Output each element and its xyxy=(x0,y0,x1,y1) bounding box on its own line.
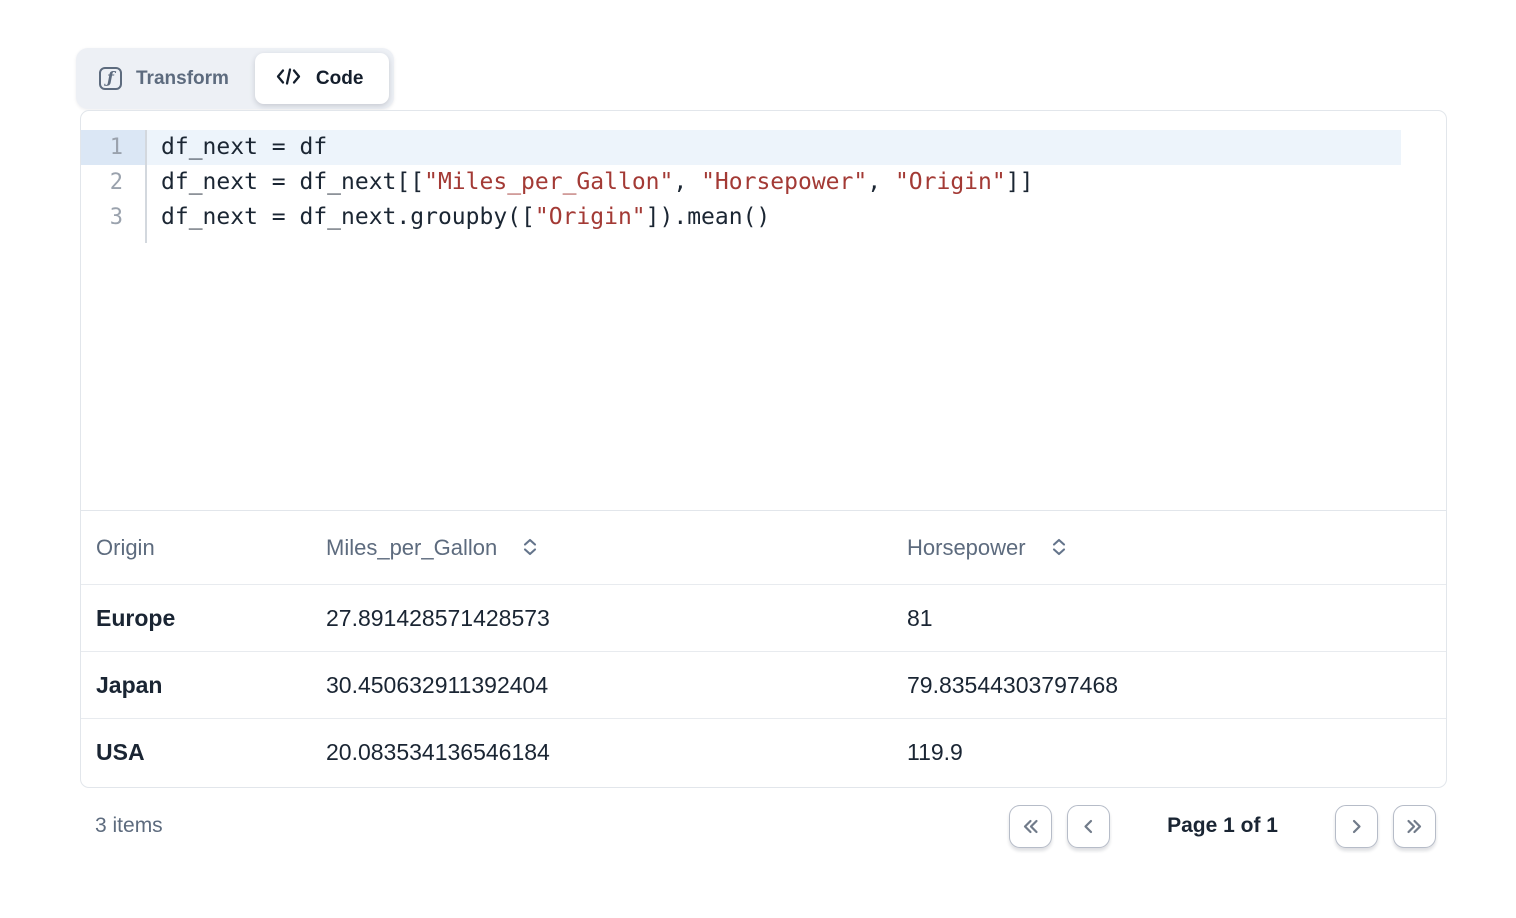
table-row: USA20.083534136546184119.9 xyxy=(81,719,1446,786)
data-cell: 81 xyxy=(892,585,1446,652)
chevron-left-icon xyxy=(1077,815,1100,838)
function-icon: ƒ xyxy=(99,67,122,90)
code-token: ]).mean() xyxy=(646,204,771,230)
table-header-row: Origin Miles_per_Gallon Horsepower xyxy=(81,511,1446,585)
prev-page-button[interactable] xyxy=(1067,805,1110,848)
string-token: "Horsepower" xyxy=(701,169,867,195)
column-header-label: Origin xyxy=(96,535,155,560)
string-token: "Origin" xyxy=(895,169,1006,195)
pagination: Page 1 of 1 xyxy=(1009,805,1436,848)
code-panel: 123 df_next = df df_next = df_next[["Mile… xyxy=(80,110,1447,788)
double-chevron-left-icon xyxy=(1019,815,1042,838)
editor-gutter: 123 xyxy=(81,130,147,243)
sort-icon[interactable] xyxy=(521,537,539,557)
data-cell: 79.83544303797468 xyxy=(892,652,1446,719)
code-token: df_next = df xyxy=(161,134,327,160)
line-number: 3 xyxy=(81,200,145,235)
first-page-button[interactable] xyxy=(1009,805,1052,848)
result-table: Origin Miles_per_Gallon Horsepower Europe2… xyxy=(81,510,1446,786)
code-editor[interactable]: 123 df_next = df df_next = df_next[["Mile… xyxy=(81,111,1446,510)
row-header-cell: Europe xyxy=(81,585,311,652)
line-number: 1 xyxy=(81,130,145,165)
column-header[interactable]: Horsepower xyxy=(892,511,1446,585)
column-header-label: Horsepower xyxy=(907,535,1026,560)
view-switcher: ƒ Transform Code xyxy=(76,48,394,109)
tab-code-label: Code xyxy=(316,69,364,88)
chevron-right-icon xyxy=(1345,815,1368,838)
tab-code[interactable]: Code xyxy=(255,53,390,104)
column-header[interactable]: Miles_per_Gallon xyxy=(311,511,892,585)
column-header-label: Miles_per_Gallon xyxy=(326,535,497,560)
next-page-button[interactable] xyxy=(1335,805,1378,848)
items-count: 3 items xyxy=(95,814,163,838)
tab-transform-label: Transform xyxy=(136,69,229,88)
editor-code: df_next = df df_next = df_next[["Miles_pe… xyxy=(147,130,1446,235)
code-token: , xyxy=(867,169,895,195)
row-header-cell: Japan xyxy=(81,652,311,719)
code-token: df_next = df_next[[ xyxy=(161,169,424,195)
code-token: , xyxy=(673,169,701,195)
code-token: df_next = df_next.groupby([ xyxy=(161,204,535,230)
code-token: ]] xyxy=(1006,169,1034,195)
table-row: Europe27.89142857142857381 xyxy=(81,585,1446,652)
last-page-button[interactable] xyxy=(1393,805,1436,848)
table-footer: 3 items Page 1 of 1 xyxy=(80,797,1447,855)
code-icon xyxy=(275,65,302,92)
code-line[interactable]: df_next = df_next[["Miles_per_Gallon", "… xyxy=(147,165,1401,200)
line-number: 2 xyxy=(81,165,145,200)
string-token: "Origin" xyxy=(535,204,646,230)
data-cell: 119.9 xyxy=(892,719,1446,786)
data-cell: 20.083534136546184 xyxy=(311,719,892,786)
tab-transform[interactable]: ƒ Transform xyxy=(81,55,255,102)
data-cell: 27.891428571428573 xyxy=(311,585,892,652)
sort-icon[interactable] xyxy=(1050,537,1068,557)
table-row: Japan30.45063291139240479.83544303797468 xyxy=(81,652,1446,719)
code-line[interactable]: df_next = df_next.groupby(["Origin"]).me… xyxy=(147,200,1401,235)
code-line[interactable]: df_next = df xyxy=(147,130,1401,165)
page-indicator: Page 1 of 1 xyxy=(1167,814,1278,838)
table-body: Europe27.89142857142857381Japan30.450632… xyxy=(81,585,1446,786)
row-header-cell: USA xyxy=(81,719,311,786)
double-chevron-right-icon xyxy=(1403,815,1426,838)
data-cell: 30.450632911392404 xyxy=(311,652,892,719)
string-token: "Miles_per_Gallon" xyxy=(424,169,673,195)
column-header: Origin xyxy=(81,511,311,585)
